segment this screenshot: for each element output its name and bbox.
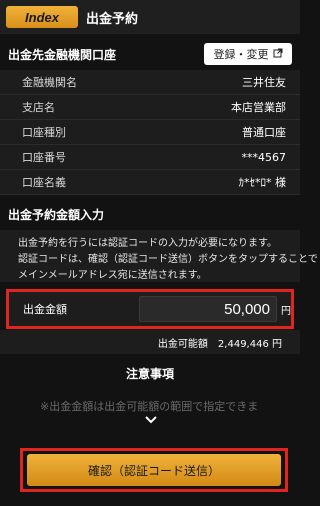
chevron-down-icon[interactable]: [144, 412, 158, 426]
withdrawal-amount-label: 出金金額: [23, 303, 67, 316]
row-label: 金融機関名: [22, 76, 77, 89]
withdrawal-amount-row: 出金金額 円: [6, 289, 294, 329]
amount-section-title: 出金予約金額入力: [0, 200, 300, 228]
confirm-button-frame: 確認（認証コード送信）: [20, 448, 288, 492]
table-row: 口座番号 ***4567: [0, 145, 300, 170]
row-label: 口座名義: [22, 176, 66, 189]
auth-code-notice: 出金予約を行うには認証コードの入力が必要になります。 認証コードは、確認（認証コ…: [0, 230, 318, 282]
register-change-label: 登録・変更: [213, 48, 269, 61]
confirm-send-code-button[interactable]: 確認（認証コード送信）: [27, 454, 281, 486]
page-title: 出金予約: [86, 11, 139, 27]
row-value: 普通口座: [242, 126, 286, 139]
account-info-table: 金融機関名 三井住友 支店名 本店営業部 口座種別 普通口座 口座番号 ***4…: [0, 70, 300, 195]
row-label: 支店名: [22, 101, 55, 114]
notice-line: 認証コードは、確認（認証コード送信）ボタンをタップすることで: [18, 254, 318, 265]
notice-line: 出金予約を行うには認証コードの入力が必要になります。: [18, 238, 277, 249]
external-link-icon: [273, 48, 283, 61]
table-row: 支店名 本店営業部: [0, 95, 300, 120]
available-amount-value: 2,449,446 円: [217, 338, 282, 350]
notes-title: 注意事項: [125, 367, 174, 381]
table-row: 金融機関名 三井住友: [0, 70, 300, 95]
table-row: 口座名義 ｶ*ｾ*ﾛ* 様: [0, 170, 300, 195]
index-button[interactable]: Index: [6, 6, 78, 28]
notice-line: メインメールアドレス宛に送信されます。: [18, 270, 207, 281]
header-bar: Index 出金予約: [0, 0, 300, 34]
register-change-button[interactable]: 登録・変更: [204, 43, 292, 65]
available-amount-row: 出金可能額 2,449,446 円: [0, 330, 300, 354]
yen-unit: 円: [281, 305, 291, 317]
row-label: 口座種別: [22, 126, 66, 139]
row-label: 口座番号: [22, 151, 66, 164]
withdrawal-amount-input[interactable]: [139, 296, 277, 322]
row-value: 本店営業部: [231, 101, 286, 114]
row-value: ｶ*ｾ*ﾛ* 様: [238, 176, 287, 189]
available-amount-label: 出金可能額: [157, 338, 208, 350]
table-row: 口座種別 普通口座: [0, 120, 300, 145]
row-value: ***4567: [241, 150, 287, 164]
row-value: 三井住友: [242, 76, 286, 89]
